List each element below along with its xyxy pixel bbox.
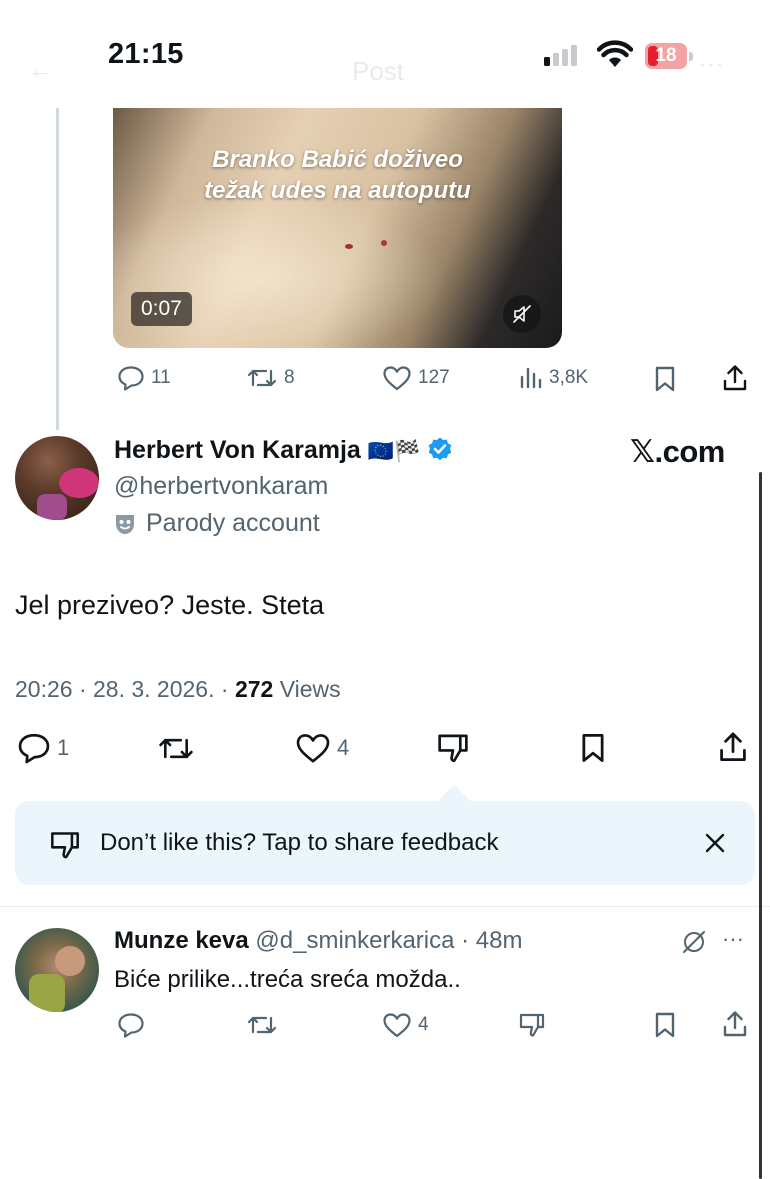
battery-tip — [689, 52, 693, 61]
divider — [0, 906, 770, 907]
bookmark-icon — [582, 734, 604, 762]
author-flags: 🇪🇺🏁 — [367, 440, 421, 463]
heart-icon — [296, 734, 330, 763]
tweet-views-count: 272 — [234, 676, 274, 702]
reply-icon — [18, 733, 50, 764]
back-arrow-icon[interactable]: ← — [28, 54, 54, 85]
grok-icon[interactable] — [681, 929, 707, 960]
reply-header[interactable]: Munze keva @d_sminkerkarica · 48m — [114, 927, 523, 955]
avatar-detail — [37, 494, 67, 520]
battery-level: 18 — [655, 45, 677, 66]
avatar-detail — [29, 974, 65, 1012]
battery-icon: 18 — [645, 43, 687, 69]
author-name-row[interactable]: Herbert Von Karamja 🇪🇺🏁 — [114, 436, 453, 465]
thumbs-down-icon — [47, 830, 83, 865]
like-button[interactable]: 4 — [295, 732, 349, 764]
share-button[interactable] — [722, 364, 748, 392]
repost-button[interactable]: 8 — [246, 365, 295, 391]
parody-label: Parody account — [114, 509, 320, 538]
share-button[interactable] — [722, 1010, 748, 1038]
tweet-views-label: Views — [273, 676, 341, 702]
repost-icon — [247, 369, 277, 387]
tweet-meta: 20:26 · 28. 3. 2026. · 272 Views — [15, 676, 341, 703]
like-count: 4 — [418, 1014, 429, 1035]
speaker-muted-icon — [513, 305, 531, 323]
author-avatar[interactable] — [15, 436, 99, 520]
more-options-icon[interactable]: ··· — [722, 926, 744, 952]
dislike-button[interactable] — [518, 1012, 546, 1038]
reply-author-name: Munze keva — [114, 927, 249, 954]
video-duration: 0:07 — [131, 292, 192, 326]
share-button[interactable] — [718, 731, 748, 763]
views-count: 3,8K — [549, 367, 589, 388]
reply-text: Biće prilike...treća sreća možda.. — [114, 966, 461, 993]
feedback-text[interactable]: Don’t like this? Tap to share feedback — [100, 829, 498, 857]
scroll-indicator[interactable] — [759, 472, 762, 1179]
xcom-watermark: 𝕏.com — [630, 434, 725, 469]
avatar-detail — [59, 468, 99, 498]
close-icon — [705, 833, 725, 853]
parody-mask-icon — [116, 514, 134, 534]
header-more-icon[interactable]: ··· — [698, 48, 724, 79]
bookmark-icon — [655, 366, 675, 392]
reply-button[interactable]: 1 — [17, 732, 69, 764]
video-caption-line1: Branko Babić doživeo — [212, 146, 463, 173]
bookmark-button[interactable] — [653, 1011, 677, 1039]
cellular-signal-icon — [544, 45, 577, 66]
wifi-icon — [596, 40, 634, 73]
bookmark-button[interactable] — [579, 732, 607, 764]
tweet-timestamp[interactable]: 20:26 · 28. 3. 2026. · — [15, 676, 235, 702]
heart-icon — [383, 366, 411, 391]
share-icon — [723, 1011, 747, 1037]
reply-count: 1 — [57, 735, 70, 760]
tweet-text: Jel preziveo? Jeste. Steta — [15, 590, 325, 620]
reply-count: 11 — [151, 367, 171, 388]
verified-badge-icon — [428, 437, 452, 461]
repost-icon — [247, 1016, 277, 1034]
dislike-button[interactable] — [436, 732, 470, 764]
page-header-title: Post — [352, 56, 405, 86]
close-feedback-button[interactable] — [704, 832, 726, 859]
repost-count: 8 — [284, 367, 295, 388]
bookmark-button[interactable] — [653, 365, 677, 393]
parody-text: Parody account — [146, 509, 320, 537]
repost-button[interactable] — [157, 733, 195, 764]
video-player[interactable]: Branko Babić doživeo težak udes na autop… — [113, 108, 562, 348]
views-chart-icon — [520, 367, 542, 389]
reply-icon — [118, 1013, 144, 1038]
share-icon — [720, 732, 746, 761]
bookmark-icon — [655, 1012, 675, 1038]
heart-icon — [383, 1013, 411, 1038]
like-button[interactable]: 4 — [382, 1012, 429, 1038]
status-time: 21:15 — [108, 38, 184, 70]
video-caption-line2: težak udes na autoputu — [204, 177, 471, 204]
reply-button[interactable] — [117, 1012, 145, 1038]
views-button[interactable]: 3,8K — [519, 365, 588, 391]
thumbs-down-icon — [438, 734, 468, 763]
avatar-detail — [55, 946, 85, 976]
repost-icon — [159, 738, 193, 759]
share-icon — [723, 365, 747, 391]
video-caption: Branko Babić doživeo težak udes na autop… — [113, 144, 562, 206]
author-name: Herbert Von Karamja — [114, 436, 361, 464]
video-detail — [381, 240, 387, 246]
author-handle[interactable]: @herbertvonkaram — [114, 472, 328, 501]
reply-icon — [118, 366, 144, 391]
like-button[interactable]: 127 — [382, 365, 450, 391]
like-count: 4 — [337, 735, 350, 760]
thumbs-down-icon — [519, 1013, 545, 1037]
mute-button[interactable] — [503, 295, 541, 333]
thread-line — [56, 108, 59, 430]
reply-button[interactable]: 11 — [117, 365, 171, 391]
reply-avatar[interactable] — [15, 928, 99, 1012]
video-detail — [345, 244, 353, 249]
like-count: 127 — [418, 367, 450, 388]
reply-handle-time: @d_sminkerkarica · 48m — [248, 927, 523, 954]
repost-button[interactable] — [246, 1012, 278, 1038]
